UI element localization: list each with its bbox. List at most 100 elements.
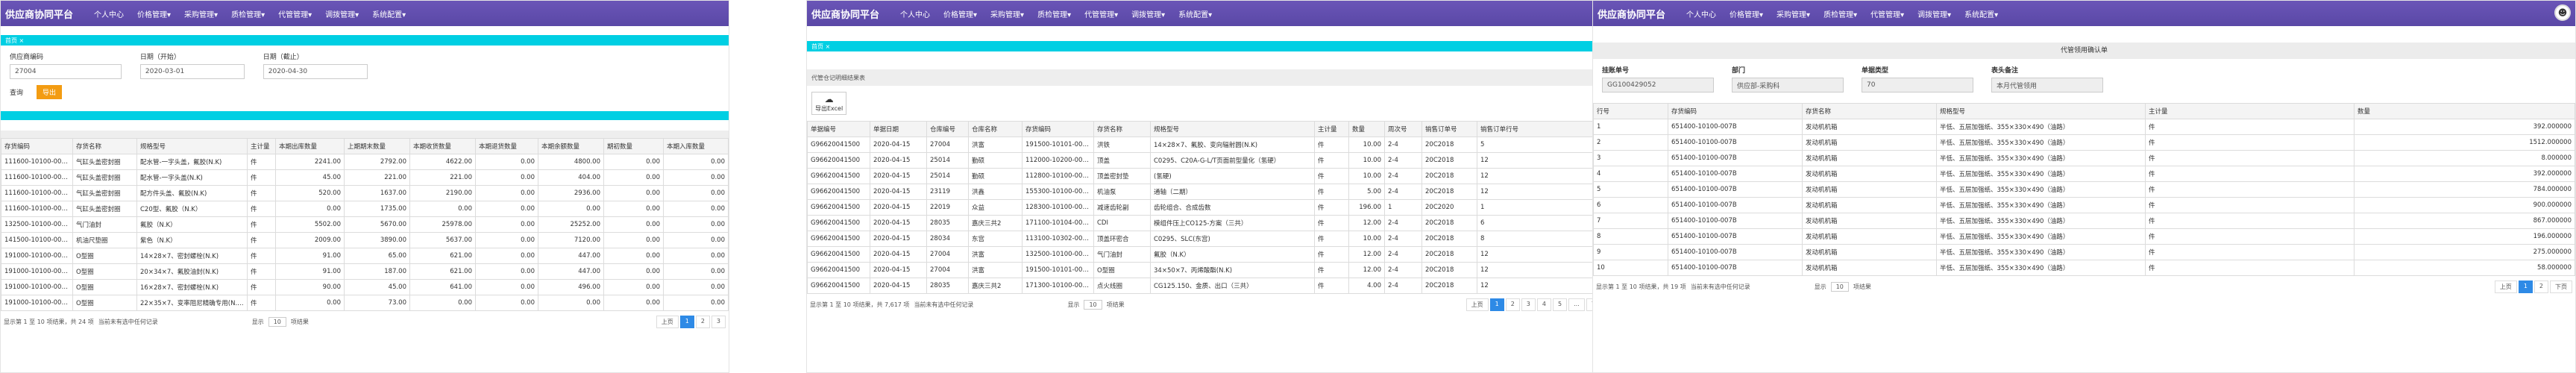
column-header[interactable]: 存货名称 — [1093, 121, 1151, 137]
table-row[interactable]: 4 651400-10100-007B 发动机机箱 半低、五层加强纸、355×330×… — [1593, 166, 2575, 182]
table-row[interactable]: 8 651400-10100-007B 发动机机箱 半低、五层加强纸、355×330×… — [1593, 228, 2575, 245]
column-header[interactable]: 单据编号 — [807, 121, 870, 137]
menu-item[interactable]: 采购管理▾ — [184, 8, 218, 19]
table-row[interactable]: G96620041500 2020-04-15 25014 勤硕 112800-1010… — [807, 168, 1635, 184]
page-link[interactable]: 5 — [1552, 298, 1568, 311]
menu-item[interactable]: 调拨管理▾ — [1131, 8, 1165, 19]
menu-item[interactable]: 价格管理▾ — [1730, 8, 1763, 19]
export-excel-button[interactable]: ☁ 导出Excel — [811, 92, 847, 115]
menu-item[interactable]: 质检管理▾ — [1037, 8, 1071, 19]
table-row[interactable]: 1 651400-10100-007B 发动机机箱 半低、五层加强纸、355×330×… — [1593, 119, 2575, 135]
query-label[interactable]: 查询 — [10, 87, 23, 97]
table-row[interactable]: 111600-10100-003A 气缸头盖密封圈 配方件头盖、氟胶(N.K) 件 52… — [1, 185, 729, 201]
page-size-select[interactable]: 10 — [268, 317, 286, 327]
export-button[interactable]: 导出 — [37, 85, 63, 99]
menu-item[interactable]: 调拨管理▾ — [325, 8, 359, 19]
prev-page-button[interactable]: 上页 — [656, 316, 679, 328]
next-page-button[interactable]: 下页 — [2550, 280, 2572, 293]
table-row[interactable]: 132500-10100-002A 气门油封 氟胶（N.K）件 5502.00 5670… — [1, 216, 729, 233]
column-header[interactable]: 本期收货数量 — [409, 138, 476, 154]
table-row[interactable]: G96620041500 2020-04-15 23119 洪鑫 155300-1010… — [807, 184, 1635, 200]
page-link[interactable]: 3 — [1521, 298, 1536, 311]
column-header[interactable]: 仓库编号 — [926, 121, 969, 137]
table-row[interactable]: G96620041500 2020-04-15 28034 东宫 113100-1030… — [807, 231, 1635, 247]
menu-item[interactable]: 系统配置▾ — [1178, 8, 1212, 19]
dept-input[interactable]: 供应部-采购科 — [1732, 78, 1844, 93]
table-row[interactable]: 9 651400-10100-007B 发动机机箱 半低、五层加强纸、355×330×… — [1593, 244, 2575, 260]
column-header[interactable]: 规格型号 — [1936, 103, 2146, 119]
tab-home[interactable]: 首页 × — [811, 43, 830, 51]
table-row[interactable]: G96620041500 2020-04-15 27004 洪富 191500-1010… — [807, 262, 1635, 278]
column-header[interactable]: 数量 — [1348, 121, 1385, 137]
menu-item[interactable]: 个人中心 — [900, 8, 930, 19]
column-header[interactable]: 存货名称 — [72, 138, 137, 154]
column-header[interactable]: 存货编码 — [1, 138, 73, 154]
page-link[interactable]: 1 — [2518, 280, 2533, 293]
menu-item[interactable]: 个人中心 — [1686, 8, 1716, 19]
supplier-input[interactable]: 27004 — [10, 64, 122, 79]
table-row[interactable]: 111600-10100-001A 气缸头盖密封圈 配水管-一字头盖，氟胶(N.K)… — [1, 154, 729, 170]
page-link[interactable]: 2 — [2533, 280, 2548, 293]
table-row[interactable]: G96620041500 2020-04-15 25014 勤硕 112000-1020… — [807, 152, 1635, 169]
page-link[interactable]: 4 — [1536, 298, 1551, 311]
column-header[interactable]: 周次号 — [1384, 121, 1422, 137]
column-header[interactable]: 本期入库数量 — [663, 138, 729, 154]
table-row[interactable]: 111600-10100-004A 气缸头盖密封圈 C20型、氟胶（N.K）件 0.0… — [1, 201, 729, 217]
table-row[interactable]: 6 651400-10100-007B 发动机机箱 半低、五层加强纸、355×330×… — [1593, 197, 2575, 213]
column-header[interactable]: 单据日期 — [870, 121, 927, 137]
menu-item[interactable]: 价格管理▾ — [943, 8, 977, 19]
table-row[interactable]: 3 651400-10100-007B 发动机机箱 半低、五层加强纸、355×330×… — [1593, 150, 2575, 166]
menu-item[interactable]: 系统配置▾ — [372, 8, 406, 19]
remark-input[interactable]: 本月代管领用 — [1991, 78, 2103, 93]
table-row[interactable]: G96620041500 2020-04-15 27004 洪富 191500-1010… — [807, 137, 1635, 153]
page-link[interactable]: 3 — [711, 316, 726, 328]
column-header[interactable]: 主计量 — [247, 138, 276, 154]
menu-item[interactable]: 采购管理▾ — [1777, 8, 1810, 19]
column-header[interactable]: 存货名称 — [1802, 103, 1937, 119]
prev-page-button[interactable]: 上页 — [2494, 280, 2517, 293]
voucher-input[interactable]: GG100429052 — [1602, 78, 1714, 93]
menu-item[interactable]: 代管管理▾ — [278, 8, 312, 19]
menu-item[interactable]: 个人中心 — [94, 8, 124, 19]
prev-page-button[interactable]: 上页 — [1466, 298, 1489, 311]
column-header[interactable]: 数量 — [2354, 103, 2575, 119]
column-header[interactable]: 本期出库数量 — [275, 138, 345, 154]
table-row[interactable]: 191000-10100-003A O型圈 16×28×7、密封螺栓(N.K) 件 90… — [1, 279, 729, 295]
doc-type-input[interactable]: 70 — [1862, 78, 1973, 93]
table-row[interactable]: 141500-10100-001A 机油尺垫圈 紫色（N.K）件 2009.00 389… — [1, 232, 729, 248]
menu-item[interactable]: 代管管理▾ — [1870, 8, 1904, 19]
menu-item[interactable]: 价格管理▾ — [137, 8, 171, 19]
page-size-select[interactable]: 10 — [1830, 282, 1849, 292]
table-row[interactable]: 191000-10100-004A O型圈 22×35×7、变率阻尼精确专用(N.K… — [1, 295, 729, 311]
column-header[interactable]: 本期余额数量 — [538, 138, 604, 154]
menu-item[interactable]: 质检管理▾ — [1823, 8, 1857, 19]
column-header[interactable]: 本期退货数量 — [475, 138, 538, 154]
table-row[interactable]: 10 651400-10100-007B 发动机机箱 半低、五层加强纸、355×330… — [1593, 260, 2575, 276]
column-header[interactable]: 规格型号 — [136, 138, 248, 154]
column-header[interactable]: 主计量 — [1314, 121, 1349, 137]
column-header[interactable]: 存货编码 — [1022, 121, 1094, 137]
table-row[interactable]: 7 651400-10100-007B 发动机机箱 半低、五层加强纸、355×330×… — [1593, 213, 2575, 229]
table-row[interactable]: G96620041500 2020-04-15 22019 众益 128300-1010… — [807, 199, 1635, 216]
column-header[interactable]: 存货编码 — [1668, 103, 1803, 119]
page-size-select[interactable]: 10 — [1084, 300, 1102, 310]
column-header[interactable]: 销售订单号 — [1421, 121, 1477, 137]
page-link[interactable]: 2 — [695, 316, 710, 328]
column-header[interactable]: 期初数量 — [603, 138, 664, 154]
menu-item[interactable]: 系统配置▾ — [1964, 8, 1998, 19]
table-row[interactable]: 111600-10100-002A 气缸头盖密封圈 配水管-一字头盖(N.K) 件 45… — [1, 169, 729, 186]
tab-home[interactable]: 首页 × — [5, 37, 24, 45]
table-row[interactable]: 5 651400-10100-007B 发动机机箱 半低、五层加强纸、355×330×… — [1593, 181, 2575, 198]
column-header[interactable]: 仓库名称 — [968, 121, 1022, 137]
start-date-input[interactable]: 2020-03-01 — [139, 64, 245, 79]
table-row[interactable]: G96620041500 2020-04-15 28035 嘉庆三共2 171100-1… — [807, 215, 1635, 231]
column-header[interactable]: 主计量 — [2145, 103, 2354, 119]
column-header[interactable]: 规格型号 — [1150, 121, 1315, 137]
user-avatar-icon[interactable]: ☻ — [2554, 4, 2571, 21]
table-row[interactable]: G96620041500 2020-04-15 27004 洪富 132500-1010… — [807, 246, 1635, 263]
menu-item[interactable]: 代管管理▾ — [1084, 8, 1118, 19]
table-row[interactable]: 191000-10100-001A O型圈 14×28×7、密封螺栓(N.K) 件 91… — [1, 248, 729, 264]
menu-item[interactable]: 调拨管理▾ — [1917, 8, 1951, 19]
menu-item[interactable]: 采购管理▾ — [990, 8, 1024, 19]
menu-item[interactable]: 质检管理▾ — [231, 8, 265, 19]
